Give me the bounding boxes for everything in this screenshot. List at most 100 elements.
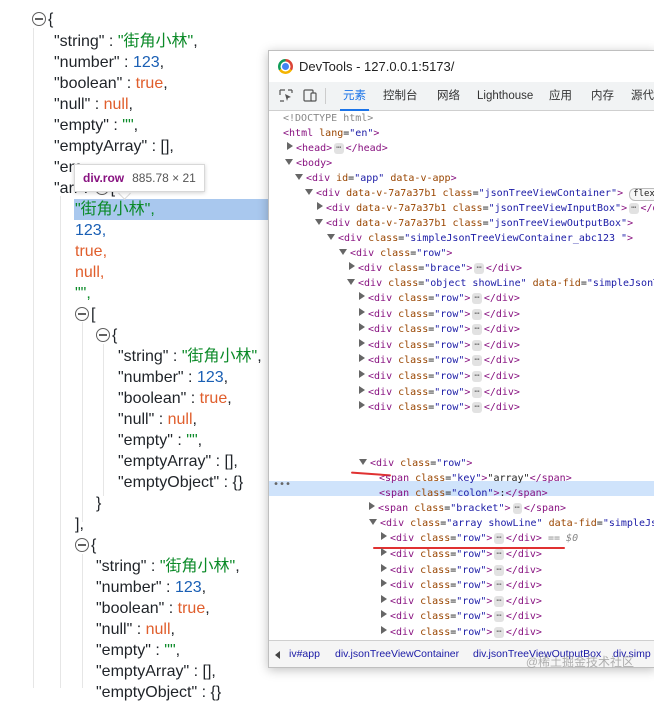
expand-arrow-icon bbox=[287, 142, 293, 150]
tree-pair: "string" : "街角小林", bbox=[118, 348, 262, 365]
expand-arrow-icon[interactable] bbox=[359, 354, 365, 363]
indent-guide bbox=[103, 344, 104, 496]
breadcrumb-container[interactable]: div.jsonTreeViewContainer bbox=[335, 641, 459, 667]
expand-arrow-icon[interactable] bbox=[359, 338, 365, 347]
expand-arrow-icon[interactable] bbox=[359, 370, 365, 378]
devtools-titlebar: DevTools - 127.0.0.1:5173/ bbox=[269, 51, 654, 82]
tab-memory[interactable]: 内存 bbox=[591, 82, 614, 110]
breadcrumb-scroll-left-icon[interactable] bbox=[275, 651, 280, 659]
dom-node-row[interactable]: <div class="row"> ⋯ </div> bbox=[381, 563, 542, 578]
window-title: DevTools - 127.0.0.1:5173/ bbox=[299, 59, 455, 74]
collapse-arrow-icon bbox=[327, 234, 335, 240]
more-options-icon[interactable]: ••• bbox=[273, 479, 291, 490]
elements-dom-tree: ••• <!DOCTYPE html> <html lang="en"> <he… bbox=[269, 110, 654, 640]
dom-node-html[interactable]: <html lang="en"> bbox=[283, 126, 379, 141]
tree-close-bracket: ], bbox=[75, 516, 84, 533]
chrome-logo-icon bbox=[278, 59, 293, 74]
dom-node-row[interactable]: <div class="row"> ⋯ </div> bbox=[381, 578, 542, 593]
dom-node-output-box[interactable]: <div data-v-7a7a37b1 class="jsonTreeView… bbox=[315, 216, 633, 231]
dom-node-row-expanded[interactable]: <div class="row"> bbox=[359, 456, 472, 471]
tree-pair: "string" : "街角小林", bbox=[96, 558, 240, 575]
tab-network[interactable]: 网络 bbox=[437, 82, 460, 110]
dom-node-row[interactable]: <div class="row"> ⋯ </div> bbox=[359, 322, 520, 337]
toolbar-divider bbox=[325, 88, 326, 104]
expand-arrow-icon[interactable] bbox=[381, 579, 387, 588]
collapse-toggle-icon[interactable] bbox=[96, 328, 110, 342]
array-item[interactable]: "街角小林", bbox=[75, 200, 155, 220]
expand-arrow-icon[interactable] bbox=[359, 401, 365, 410]
tab-application[interactable]: 应用 bbox=[549, 82, 572, 110]
tree-pair: "emptyArray" : [], bbox=[118, 453, 238, 470]
dom-node-body[interactable]: <body> bbox=[285, 156, 332, 171]
dom-node-row[interactable]: <div class="row"> ⋯ </div> bbox=[359, 369, 520, 384]
tree-pair: "boolean" : true, bbox=[96, 600, 210, 617]
collapse-toggle-icon[interactable] bbox=[75, 307, 89, 321]
inspect-element-icon[interactable] bbox=[279, 89, 293, 102]
dom-node-row[interactable]: <div class="row"> ⋯ </div> bbox=[359, 400, 520, 415]
dom-node-input-box[interactable]: <div data-v-7a7a37b1 class="jsonTreeView… bbox=[317, 201, 654, 216]
tree-pair: "number" : 123, bbox=[118, 369, 229, 386]
expand-arrow-icon[interactable] bbox=[381, 594, 387, 603]
tree-pair: "string" : "街角小林", bbox=[54, 33, 198, 50]
expand-arrow-icon[interactable] bbox=[359, 307, 365, 316]
tree-pair: "boolean" : true, bbox=[54, 75, 168, 92]
dom-node-span-key[interactable]: <span class="key">"array"</span> bbox=[379, 471, 572, 486]
expand-arrow-icon[interactable] bbox=[381, 626, 387, 634]
dom-node-row[interactable]: <div class="row"> ⋯ </div> bbox=[359, 385, 520, 400]
dom-node-row-selected[interactable]: <div class="row"> ⋯ </div> == $0 bbox=[381, 531, 578, 546]
collapse-arrow-icon bbox=[359, 459, 367, 465]
expand-arrow-icon[interactable] bbox=[381, 563, 387, 572]
tab-lighthouse[interactable]: Lighthouse bbox=[477, 82, 533, 110]
dom-node-span-colon[interactable]: <span class="colon">:</span> bbox=[379, 486, 548, 501]
dom-node-brace[interactable]: <div class="brace"> ⋯ </div> bbox=[349, 261, 522, 276]
breadcrumb-app[interactable]: iv#app bbox=[289, 641, 320, 667]
indent-guide bbox=[33, 28, 34, 688]
collapse-toggle-icon[interactable] bbox=[32, 12, 46, 26]
expand-arrow-icon bbox=[369, 502, 375, 510]
dom-node-container[interactable]: <div data-v-7a7a37b1 class="jsonTreeView… bbox=[305, 186, 654, 201]
dom-node-head[interactable]: <head> ⋯ </head> bbox=[287, 141, 388, 156]
expand-arrow-icon[interactable] bbox=[381, 548, 387, 556]
dom-node-row[interactable]: <div class="row"> ⋯ </div> bbox=[381, 609, 542, 624]
tree-node-inner-array: [ bbox=[75, 305, 95, 325]
dom-node-app[interactable]: <div id="app" data-v-app> bbox=[295, 171, 457, 186]
dom-node-row[interactable]: <div class="row"> ⋯ </div> bbox=[381, 547, 542, 562]
expand-arrow-icon[interactable] bbox=[359, 385, 365, 394]
devtools-window: DevTools - 127.0.0.1:5173/ 元素 控制台 网络 Lig… bbox=[268, 50, 654, 668]
collapse-arrow-icon bbox=[339, 249, 347, 255]
dom-node-row[interactable]: <div class="row"> ⋯ </div> bbox=[359, 291, 520, 306]
tree-pair: "number" : 123, bbox=[96, 579, 207, 596]
dom-node-row[interactable]: <div class="row"> ⋯ </div> bbox=[381, 625, 542, 640]
dom-node-row[interactable]: <div class="row"> bbox=[339, 246, 452, 261]
dom-node-span-bracket[interactable]: <span class="bracket"> ⋯ </span> bbox=[369, 501, 566, 516]
tree-close-brace: } bbox=[96, 495, 102, 512]
expand-arrow-icon[interactable] bbox=[359, 292, 365, 300]
device-toolbar-icon[interactable] bbox=[303, 89, 317, 102]
indent-guide bbox=[82, 322, 83, 522]
expand-arrow-icon[interactable] bbox=[381, 610, 387, 619]
tree-pair: "emptyArray" : [], bbox=[54, 138, 174, 155]
tree-node-object-2: { bbox=[75, 536, 96, 556]
tab-console[interactable]: 控制台 bbox=[383, 82, 418, 110]
dom-node-row[interactable]: <div class="row"> ⋯ </div> bbox=[381, 594, 542, 609]
dom-node-row[interactable]: <div class="row"> ⋯ </div> bbox=[359, 353, 520, 368]
expand-arrow-icon bbox=[349, 262, 355, 270]
expand-arrow-icon[interactable] bbox=[359, 323, 365, 332]
tab-sources[interactable]: 源代 bbox=[631, 82, 654, 110]
indent-guide bbox=[82, 554, 83, 688]
array-item: 123, bbox=[75, 222, 107, 239]
watermark: @稀土掘金技术社区 bbox=[525, 655, 634, 669]
dom-node-row[interactable]: <div class="row"> ⋯ </div> bbox=[359, 307, 520, 322]
collapse-arrow-icon bbox=[315, 219, 323, 225]
tab-elements[interactable]: 元素 bbox=[340, 82, 369, 111]
dom-doctype: <!DOCTYPE html> bbox=[283, 113, 374, 124]
collapse-arrow-icon bbox=[285, 159, 293, 165]
flex-badge[interactable]: flex bbox=[629, 188, 654, 201]
dom-node-simple-container[interactable]: <div class="simpleJsonTreeViewContainer_… bbox=[327, 231, 633, 246]
dom-node-object[interactable]: <div class="object showLine" data-fid="s… bbox=[347, 276, 654, 291]
tree-pair: "null" : null, bbox=[54, 96, 133, 113]
collapse-toggle-icon[interactable] bbox=[75, 538, 89, 552]
dom-node-array[interactable]: <div class="array showLine" data-fid="si… bbox=[369, 516, 654, 531]
dom-node-row[interactable]: <div class="row"> ⋯ </div> bbox=[359, 338, 520, 353]
tree-pair: "emptyObject" : {} bbox=[118, 474, 244, 491]
